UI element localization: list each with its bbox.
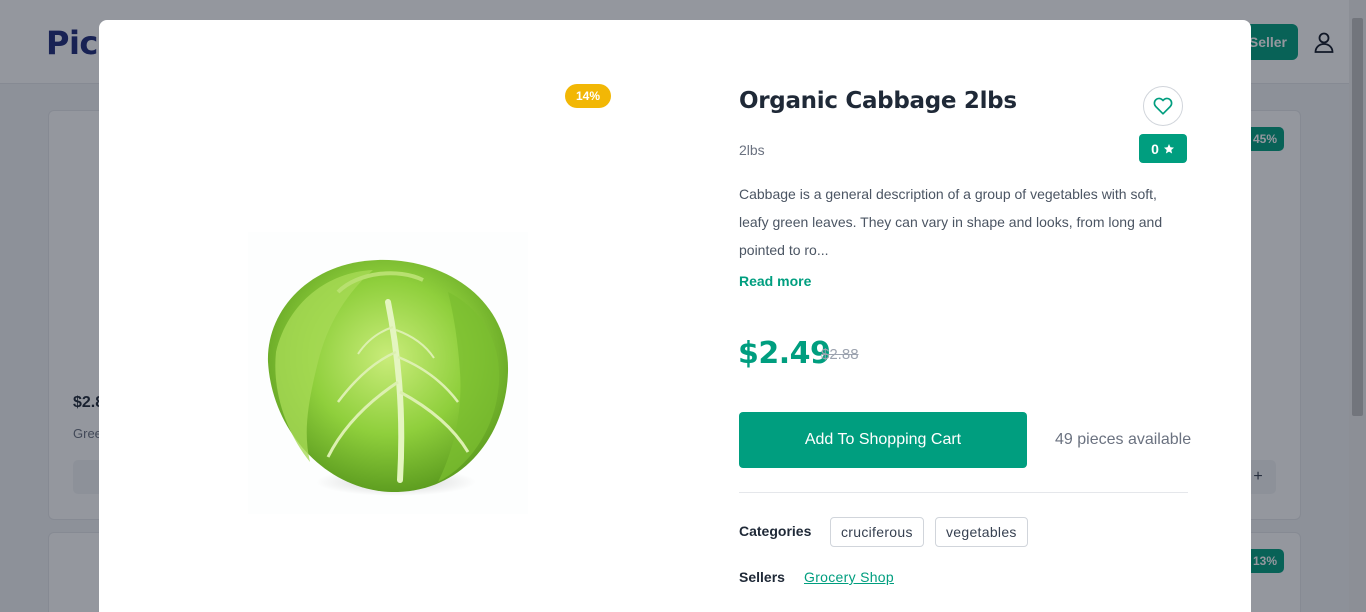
stock-availability: 49 pieces available [1055,431,1192,448]
category-tag[interactable]: vegetables [935,517,1028,547]
product-price: $2.49 [738,336,831,371]
rating-badge: 0 [1139,134,1187,163]
add-to-cart-button[interactable]: Add To Shopping Cart [739,412,1027,468]
product-description: Cabbage is a general description of a gr… [739,186,1163,258]
sellers-label: Sellers [739,569,785,585]
divider [739,492,1188,493]
rating-value: 0 [1151,140,1159,157]
category-tag[interactable]: cruciferous [830,517,924,547]
favorite-button[interactable] [1143,86,1183,126]
product-old-price: $2.88 [821,346,859,363]
product-title: Organic Cabbage 2lbs [739,88,1017,114]
product-details-modal: 14% Organic Cabbage 2lbs 2lbs 0 Cabbage … [99,20,1251,612]
heart-icon [1153,97,1173,115]
cabbage-image [248,232,528,514]
seller-link[interactable]: Grocery Shop [804,569,894,585]
read-more-link[interactable]: Read more [739,273,811,289]
categories-label: Categories [739,523,812,539]
star-icon [1163,143,1174,153]
product-unit: 2lbs [739,142,765,158]
discount-badge: 14% [565,84,611,108]
